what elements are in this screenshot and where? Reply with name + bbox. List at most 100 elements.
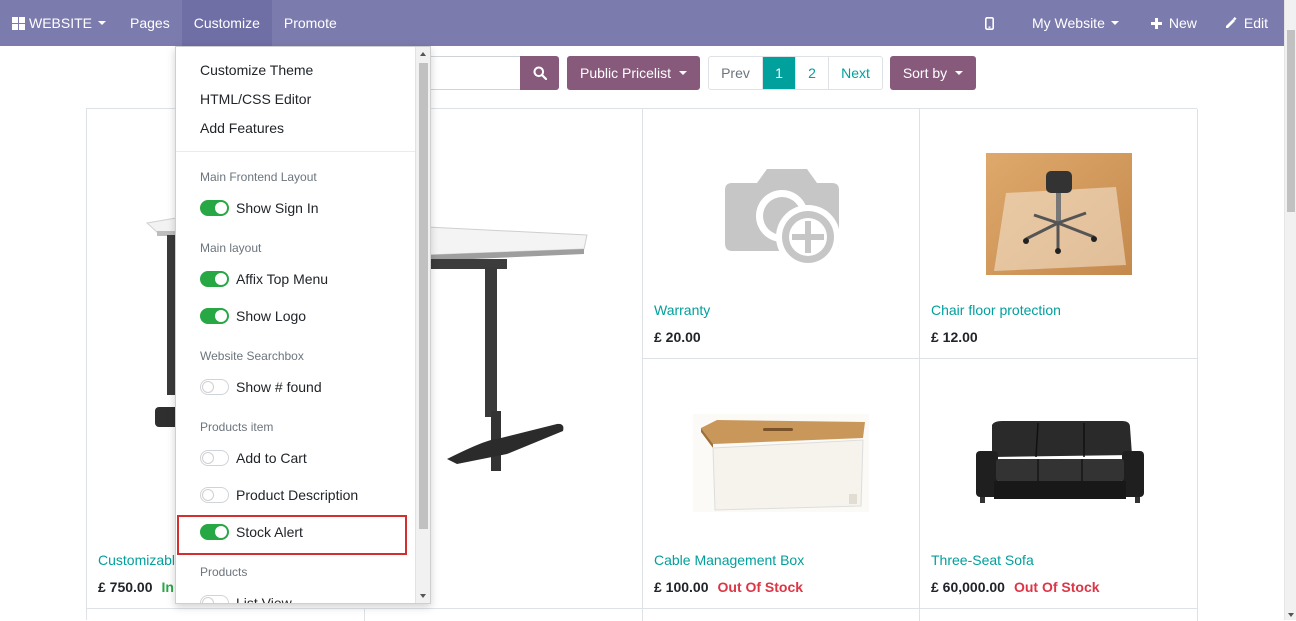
toggle-add-to-cart[interactable]: Add to Cart (200, 450, 307, 466)
product-card-partial (643, 609, 920, 621)
toggle-label: Affix Top Menu (236, 271, 329, 287)
toggle-label: Show Sign In (236, 200, 319, 216)
product-price: £ 12.00 (931, 329, 978, 345)
toggle-label: Stock Alert (236, 524, 303, 540)
product-card-chair-floor-protection[interactable]: Chair floor protection £ 12.00 (920, 109, 1198, 359)
toggle-product-description[interactable]: Product Description (200, 487, 358, 503)
edit-button[interactable]: Edit (1213, 0, 1284, 46)
product-price: £ 60,000.00 Out Of Stock (931, 579, 1100, 595)
toggle-switch[interactable] (200, 595, 229, 603)
website-menu-label: WEBSITE (29, 15, 93, 31)
toggle-label: Product Description (236, 487, 359, 503)
sort-by-dropdown[interactable]: Sort by (890, 56, 976, 90)
scroll-down-icon[interactable] (1288, 613, 1294, 617)
price-value: £ 100.00 (654, 579, 709, 595)
my-website-label: My Website (1031, 15, 1105, 31)
caret-down-icon (98, 21, 107, 25)
pencil-icon (1225, 17, 1237, 28)
menu-scrollbar-thumb[interactable] (419, 63, 428, 529)
pager: Prev 1 2 Next (708, 56, 883, 90)
pager-page-1[interactable]: 1 (762, 57, 795, 89)
caret-down-icon (679, 71, 688, 75)
toggle-label: Show # found (236, 379, 322, 395)
pager-next[interactable]: Next (828, 57, 882, 89)
product-name[interactable]: Cable Management Box (654, 552, 804, 568)
promote-menu[interactable]: Promote (272, 0, 349, 46)
product-card-cable-box[interactable]: Cable Management Box £ 100.00 Out Of Stoc… (643, 359, 920, 609)
product-price: £ 20.00 (654, 329, 701, 345)
customize-dropdown-menu: Customize Theme HTML/CSS Editor Add Feat… (175, 46, 431, 604)
page-scrollbar[interactable] (1284, 0, 1296, 620)
section-header-products-item: Products item (200, 420, 274, 434)
mobile-icon (984, 16, 994, 30)
pager-page-2[interactable]: 2 (795, 57, 828, 89)
toggle-show-sign-in[interactable]: Show Sign In (200, 200, 319, 216)
product-image-chair (986, 153, 1132, 275)
toggle-label: Add to Cart (236, 450, 307, 466)
product-card-partial (920, 609, 1198, 621)
toggle-switch[interactable] (200, 379, 229, 395)
toggle-affix-top-menu[interactable]: Affix Top Menu (200, 271, 328, 287)
product-name[interactable]: Three-Seat Sofa (931, 552, 1034, 568)
toggle-switch[interactable] (200, 308, 229, 324)
new-button[interactable]: New (1135, 0, 1213, 46)
edit-label: Edit (1243, 15, 1268, 31)
website-menu[interactable]: WEBSITE (0, 0, 118, 46)
price-value: £ 60,000.00 (931, 579, 1005, 595)
toggle-switch[interactable] (200, 487, 229, 503)
website-navbar: WEBSITE Pages Customize Promote My Websi… (0, 0, 1284, 46)
menu-divider (176, 151, 416, 152)
plus-icon (1150, 17, 1162, 29)
product-image-cable-box (693, 414, 869, 512)
camera-placeholder-icon (725, 169, 840, 269)
stock-status: Out Of Stock (1013, 579, 1100, 595)
sort-by-label: Sort by (902, 65, 948, 81)
product-image-sofa (976, 421, 1144, 503)
my-website-menu[interactable]: My Website (1016, 0, 1135, 46)
customize-menu[interactable]: Customize (181, 0, 272, 46)
pricelist-label: Public Pricelist (579, 65, 672, 81)
toggle-label: List View (236, 595, 292, 604)
stock-status: In (161, 579, 174, 595)
toggle-switch[interactable] (200, 524, 229, 540)
product-name[interactable]: Warranty (654, 302, 710, 318)
menu-item-html-css-editor[interactable]: HTML/CSS Editor (200, 91, 311, 107)
product-name[interactable]: Chair floor protection (931, 302, 1061, 318)
menu-item-add-features[interactable]: Add Features (200, 120, 284, 136)
mobile-preview-button[interactable] (963, 0, 1016, 46)
toggle-show-found[interactable]: Show # found (200, 379, 322, 395)
price-value: £ 750.00 (98, 579, 153, 595)
new-label: New (1168, 15, 1197, 31)
product-name[interactable]: Customizabl (98, 552, 175, 568)
search-icon (533, 66, 547, 80)
page-scrollbar-thumb[interactable] (1287, 30, 1295, 212)
pricelist-dropdown[interactable]: Public Pricelist (567, 56, 700, 90)
section-header-main-frontend-layout: Main Frontend Layout (200, 170, 317, 184)
toggle-switch[interactable] (200, 271, 229, 287)
caret-down-icon (955, 71, 964, 75)
pages-menu[interactable]: Pages (118, 0, 182, 46)
apps-grid-icon (12, 16, 25, 30)
scroll-down-icon[interactable] (420, 594, 426, 598)
toggle-stock-alert[interactable]: Stock Alert (200, 524, 303, 540)
section-header-products: Products (200, 565, 248, 579)
toggle-switch[interactable] (200, 450, 229, 466)
toggle-switch[interactable] (200, 200, 229, 216)
pager-prev[interactable]: Prev (709, 57, 762, 89)
product-card-partial (87, 609, 365, 621)
product-card-sofa[interactable]: Three-Seat Sofa £ 60,000.00 Out Of Stock (920, 359, 1198, 609)
section-header-main-layout: Main layout (200, 241, 262, 255)
scroll-up-icon[interactable] (420, 52, 426, 56)
product-price: £ 750.00 In (98, 579, 174, 595)
product-card-warranty[interactable]: Warranty £ 20.00 (643, 109, 920, 359)
toggle-list-view[interactable]: List View (200, 595, 292, 604)
section-header-website-searchbox: Website Searchbox (200, 349, 304, 363)
toggle-show-logo[interactable]: Show Logo (200, 308, 306, 324)
menu-item-customize-theme[interactable]: Customize Theme (200, 62, 313, 78)
product-card-partial (365, 609, 643, 621)
toggle-label: Show Logo (236, 308, 307, 324)
caret-down-icon (1110, 21, 1119, 25)
menu-scrollbar[interactable] (415, 47, 430, 603)
search-button[interactable] (520, 56, 559, 90)
stock-status: Out Of Stock (717, 579, 804, 595)
